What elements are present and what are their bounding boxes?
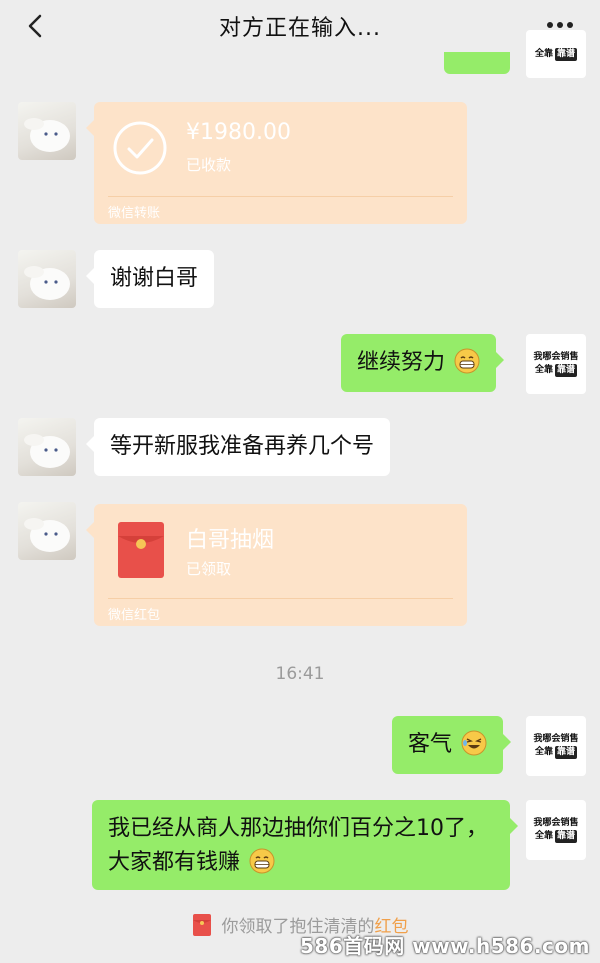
contact-avatar[interactable] [18,418,76,476]
my-avatar[interactable]: 我哪会销售 全靠 靠谱 [526,716,586,776]
chat-title: 对方正在输入... [219,16,381,41]
plush-toy-icon [24,266,70,300]
red-packet-small-icon [192,913,211,936]
message-text: 等开新服我准备再养几个号 [110,434,375,459]
message-text: 谢谢白哥 [110,266,199,291]
transfer-amount: ¥1980.00 [186,120,291,145]
message-text: 客气 [408,732,453,757]
my-avatar[interactable]: 全靠 靠谱 [526,30,586,78]
back-button[interactable] [20,8,54,44]
my-message-bubble[interactable]: 客气 [392,716,512,774]
contact-avatar[interactable] [18,102,76,160]
transfer-card[interactable]: ¥1980.00 已收款 微信转账 [86,102,467,224]
red-packet-status: 已领取 [186,560,232,578]
plush-toy-icon [24,118,70,152]
laugh-cry-emoji-icon [461,730,487,756]
red-packet-footer: 微信红包 [108,608,161,623]
avatar-label: 全靠 靠谱 [534,47,578,61]
transfer-status: 已收款 [186,156,232,174]
red-packet-icon [118,522,164,578]
message-text: 继续努力 [357,350,446,375]
red-packet-card[interactable]: 白哥抽烟 已领取 微信红包 [86,504,467,626]
plush-toy-icon [24,518,70,552]
message-bubble[interactable]: 等开新服我准备再养几个号 [85,418,391,476]
message-bubble[interactable]: 谢谢白哥 [85,250,215,308]
plush-toy-icon [24,434,70,468]
watermark-text: 586首码网 www.h586.com [300,934,590,958]
my-avatar[interactable]: 我哪会销售 全靠 靠谱 [526,334,586,394]
chevron-left-icon [28,14,42,38]
contact-avatar[interactable] [18,250,76,308]
grin-emoji-icon [454,348,480,374]
chat-timestamp: 16:41 [275,664,325,684]
grin-emoji-icon [249,848,275,874]
my-message-bubble[interactable]: 继续努力 [341,334,505,392]
transfer-footer: 微信转账 [108,206,161,221]
contact-avatar[interactable] [18,502,76,560]
card-divider [108,196,453,197]
previous-message-bubble [444,52,510,74]
my-message-bubble[interactable]: 我已经从商人那边抽你们百分之10了，大家都有钱赚 [92,800,518,890]
check-circle-icon [113,121,167,175]
red-packet-title: 白哥抽烟 [186,528,275,553]
my-avatar[interactable]: 我哪会销售 全靠 靠谱 [526,800,586,860]
chat-header: 对方正在输入... [0,0,600,52]
message-text: 我已经从商人那边抽你们百分之10了，大家都有钱赚 [108,816,488,875]
card-divider [108,598,453,599]
